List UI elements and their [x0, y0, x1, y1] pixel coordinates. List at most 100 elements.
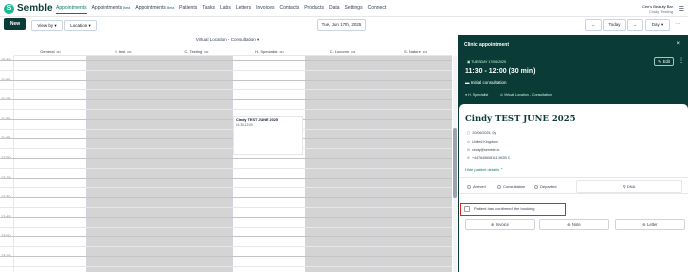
dna-button[interactable]: ⚲ DNA	[576, 180, 682, 193]
column-header-label: H. Specialist	[255, 49, 278, 54]
calendar-column[interactable]	[306, 56, 379, 272]
nav-item[interactable]: Products	[304, 4, 324, 14]
checkbox-icon[interactable]	[464, 206, 470, 212]
column-header-label: C. Locumn	[329, 49, 350, 54]
patient-email[interactable]: ✉ cindy@semble.io	[467, 148, 499, 152]
nav-items: Appointments AppointmentsBeta Appointments…	[56, 4, 391, 14]
calendar-column[interactable]	[160, 56, 233, 272]
new-button[interactable]: New	[4, 18, 26, 30]
column-more-icon[interactable]: •••	[127, 49, 131, 54]
column-header[interactable]: C. Locumn •••	[306, 48, 379, 55]
beta-badge: Beta	[123, 6, 131, 10]
column-header[interactable]: H. Specialist •••	[233, 48, 306, 55]
calendar-icon: ▢	[467, 131, 471, 135]
column-more-icon[interactable]: •••	[423, 49, 427, 54]
nav-item-label: Patients	[179, 5, 198, 11]
prev-day-button[interactable]: ←	[585, 19, 602, 31]
nav-item[interactable]: Patients	[179, 4, 197, 14]
location-pin-icon: ⊙	[467, 140, 471, 144]
column-more-icon[interactable]: •••	[280, 49, 284, 54]
calendar-grid[interactable]: 10:4511:0011:1511:3011:4512:0012:1512:30…	[0, 56, 452, 272]
location-header[interactable]: Virtual Location - Consultation ▾	[0, 36, 455, 44]
nav-item[interactable]: Settings	[345, 4, 363, 14]
day-view-dropdown[interactable]: Day ▾	[645, 19, 670, 31]
scrollbar-thumb[interactable]	[453, 128, 457, 198]
column-more-icon[interactable]: •••	[57, 49, 61, 54]
user-name: Cindy Testing	[649, 9, 673, 14]
appointment-block[interactable]: Cindy TEST JUNE 2025 11:30-12:00	[233, 116, 303, 155]
next-day-button[interactable]: →	[627, 19, 643, 31]
column-header[interactable]: t. test •••	[87, 48, 160, 55]
nav-item-label: Appointments	[56, 5, 87, 11]
nav-item-label: Settings	[344, 5, 363, 11]
today-button[interactable]: Today	[603, 19, 626, 31]
booking-confirmed-checkbox[interactable]: Patient has confirmed the booking	[460, 203, 566, 216]
user-info[interactable]: Cee's Beauty Bar Cindy Testing	[642, 4, 673, 14]
grid-line	[0, 118, 452, 120]
patient-phone[interactable]: ✆ +447845608111 MOB C	[467, 156, 510, 160]
nav-item[interactable]: Tasks	[202, 4, 215, 14]
patient-name[interactable]: Cindy TEST JUNE 2025	[465, 114, 576, 124]
column-header[interactable]: S. Nature •••	[379, 48, 452, 55]
menu-icon[interactable]: ☰	[679, 6, 684, 13]
view-by-dropdown[interactable]: View by ▾	[31, 20, 63, 31]
note-button[interactable]: ⊕ Note	[539, 219, 609, 230]
column-more-icon[interactable]: •••	[204, 49, 208, 54]
grid-line	[0, 89, 452, 91]
column-header[interactable]: C. Testing •••	[160, 48, 233, 55]
nav-item-label: Appointments	[91, 5, 123, 11]
hide-patient-details-link[interactable]: Hide patient details ⌃	[465, 167, 503, 172]
nav-item-label: Contacts	[279, 5, 300, 11]
status-arrived[interactable]: Arrived	[467, 184, 486, 189]
grid-line	[0, 99, 452, 101]
column-header[interactable]: General •••	[14, 48, 87, 55]
column-more-icon[interactable]: •••	[351, 49, 355, 54]
edit-button[interactable]: ✎ Edit	[654, 57, 674, 66]
grid-line	[0, 187, 452, 189]
grid-line	[0, 226, 452, 228]
calendar-column[interactable]	[87, 56, 160, 272]
close-icon[interactable]: ×	[676, 41, 680, 47]
column-header-label: General	[40, 49, 55, 54]
grid-line	[0, 69, 452, 71]
nav-item[interactable]: AppointmentsBeta	[135, 4, 174, 14]
radio-icon	[497, 184, 501, 189]
invoice-button[interactable]: ⊕ Invoice	[465, 219, 535, 230]
calendar-column[interactable]	[233, 56, 306, 272]
location-dropdown[interactable]: Location ▾	[64, 20, 97, 31]
column-header-label: t. test	[115, 49, 126, 54]
date-picker-button[interactable]: Tue, Jun 17th, 2025	[317, 19, 366, 31]
panel-more-icon[interactable]: ⋮	[678, 57, 684, 64]
grid-line	[0, 158, 452, 159]
nav-item[interactable]: Invoices	[256, 4, 274, 14]
calendar-column[interactable]	[14, 56, 87, 272]
calendar-column[interactable]	[379, 56, 452, 272]
nav-item[interactable]: Data	[329, 4, 340, 14]
status-consultation[interactable]: Consultation	[497, 184, 525, 189]
letter-button[interactable]: ⊕ Letter	[615, 219, 685, 230]
status-departed[interactable]: Departed	[534, 184, 556, 189]
grid-line	[0, 138, 452, 140]
status-arrived-label: Arrived	[473, 184, 486, 189]
nav-item[interactable]: Contacts	[279, 4, 299, 14]
nav-item-label: Invoices	[256, 5, 275, 11]
nav-item[interactable]: Connect	[368, 4, 387, 14]
phone-icon: ✆	[467, 156, 471, 160]
appointment-time-range: 11:30 - 12:00 (30 min)	[465, 68, 536, 75]
logo[interactable]: S Semble	[4, 3, 53, 14]
more-options-icon[interactable]: ···	[672, 19, 684, 31]
calendar-scrollbar[interactable]	[453, 56, 457, 272]
grid-line	[0, 128, 452, 130]
nav-item[interactable]: AppointmentsBeta	[92, 4, 131, 14]
patient-dob-text: 20/06/2025, 0y	[472, 131, 497, 135]
column-header-label: S. Nature	[403, 49, 421, 54]
patient-country-text: United Kingdom	[472, 140, 498, 144]
nav-item[interactable]: Labs	[220, 4, 231, 14]
nav-item[interactable]: Letters	[236, 4, 251, 14]
status-consultation-label: Consultation	[503, 184, 526, 189]
patient-card: Cindy TEST JUNE 2025 ▢ 20/06/2025, 0y ⊙ Un…	[459, 104, 688, 272]
nav-item[interactable]: Appointments	[56, 4, 87, 14]
grid-line	[0, 148, 452, 150]
appointment-type-text: Initial consultation	[470, 80, 507, 85]
patient-email-text: cindy@semble.io	[472, 148, 500, 152]
